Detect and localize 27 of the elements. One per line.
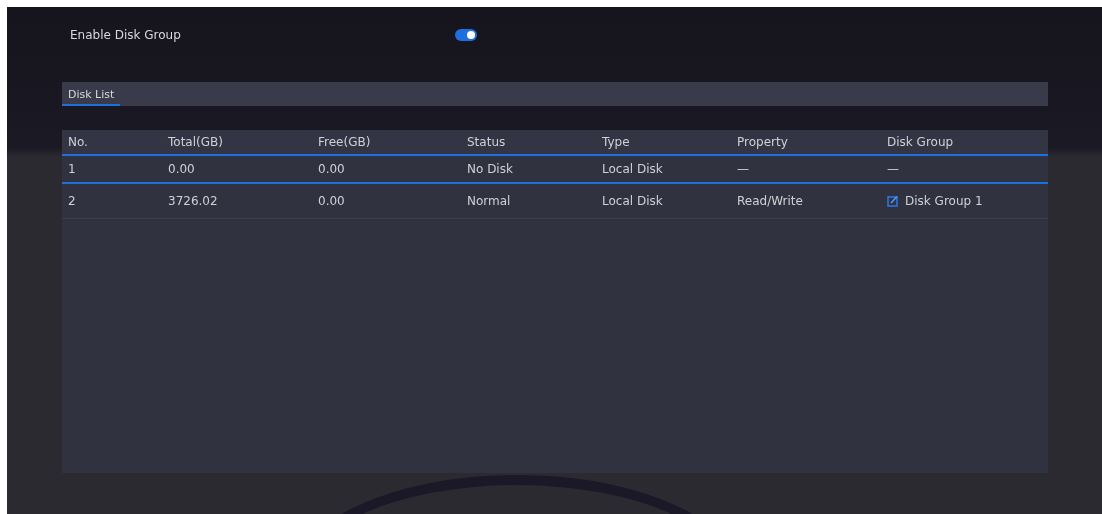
table-cell: Local Disk [602,194,663,208]
table-cell: Normal [467,194,511,208]
table-cell: 1 [68,162,76,176]
table-cell: Disk Group 1 [905,194,983,208]
table-cell: 0.00 [318,162,345,176]
table-cell: 0.00 [318,194,345,208]
table-cell: No Disk [467,162,513,176]
setting-label: Enable Disk Group [70,28,182,42]
tab[interactable]: Disk List [62,88,121,106]
table-cell: 0.00 [168,162,195,176]
column-header: Total(GB) [167,134,224,151]
toggle-switch[interactable] [455,29,477,41]
column-header: No. [67,134,89,151]
column-header: Status [466,134,507,151]
table-cell: — [737,162,749,176]
table-row[interactable]: 1 0.00 0.00 No Disk Local Disk — — [62,156,1048,184]
column-header: Type [601,134,631,151]
column-header: Disk Group [886,134,955,151]
table-cell: 3726.02 [168,194,218,208]
column-header: Free(GB) [317,134,372,151]
column-header: Property [736,134,789,151]
edit-icon[interactable] [887,195,899,207]
table-cell: — [887,162,899,176]
table-row[interactable]: 2 3726.02 0.00 Normal Local Disk Read/Write Disk Group 1 [62,184,1048,219]
table-cell: Local Disk [602,162,663,176]
table-cell: Read/Write [737,194,803,208]
table-cell: 2 [68,194,76,208]
